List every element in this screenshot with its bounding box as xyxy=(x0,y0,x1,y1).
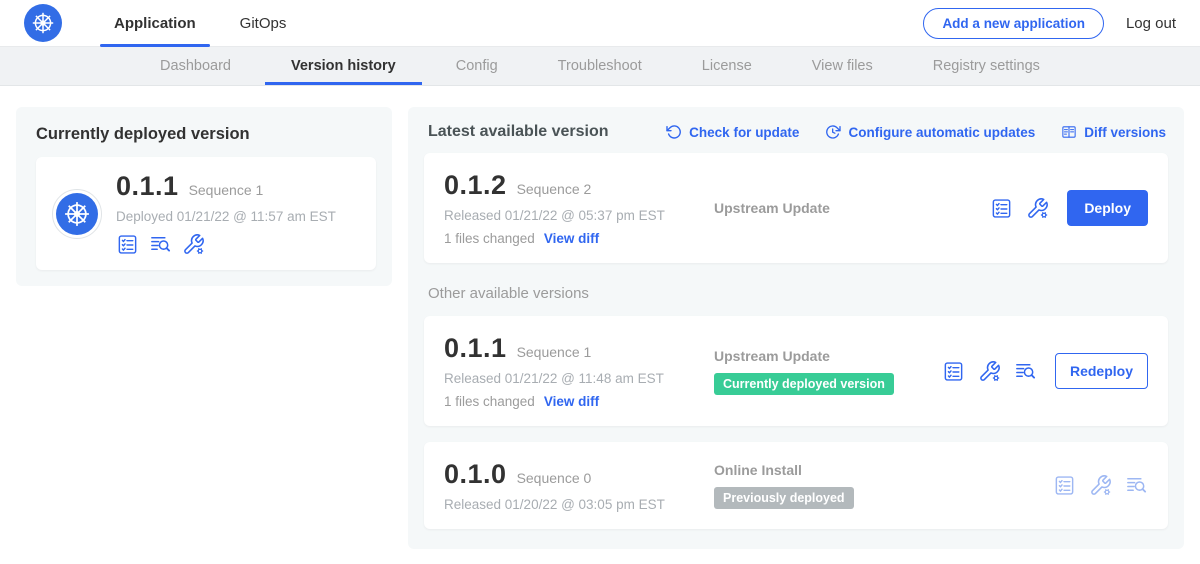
edit-config-wrench-icon[interactable] xyxy=(978,360,1001,383)
logout-link[interactable]: Log out xyxy=(1126,15,1176,32)
previously-deployed-badge: Previously deployed xyxy=(714,487,854,509)
files-changed-label: 1 files changed xyxy=(444,231,535,246)
preflight-checklist-icon[interactable] xyxy=(116,233,139,256)
preflight-checklist-icon[interactable] xyxy=(942,360,965,383)
app-logo-icon xyxy=(52,189,102,239)
sequence-label: Sequence 1 xyxy=(517,344,592,360)
deploy-button[interactable]: Deploy xyxy=(1067,190,1148,226)
configure-updates-label: Configure automatic updates xyxy=(848,125,1035,140)
other-available-versions-title: Other available versions xyxy=(428,285,1164,302)
version-number: 0.1.1 xyxy=(444,333,507,364)
diff-versions-link[interactable]: Diff versions xyxy=(1061,124,1166,140)
tab-gitops[interactable]: GitOps xyxy=(218,0,309,46)
deployed-version-number: 0.1.1 xyxy=(116,171,179,202)
version-source-label: Online Install xyxy=(714,462,1053,478)
configure-automatic-updates-link[interactable]: Configure automatic updates xyxy=(825,124,1035,140)
edit-config-wrench-icon[interactable] xyxy=(1089,474,1112,497)
version-source-label: Upstream Update xyxy=(714,200,990,216)
deployed-sequence-label: Sequence 1 xyxy=(189,182,264,198)
deployed-version-card: 0.1.1 Sequence 1 Deployed 01/21/22 @ 11:… xyxy=(36,157,376,270)
sequence-label: Sequence 2 xyxy=(517,181,592,197)
add-application-button[interactable]: Add a new application xyxy=(923,8,1104,39)
view-logs-icon[interactable] xyxy=(149,233,172,256)
top-nav-tabs: Application GitOps xyxy=(92,0,308,46)
deployed-panel-title: Currently deployed version xyxy=(36,125,376,144)
check-for-update-link[interactable]: Check for update xyxy=(666,124,799,140)
released-date: Released 01/20/22 @ 03:05 pm EST xyxy=(444,497,702,512)
kubernetes-logo-icon xyxy=(24,4,62,42)
version-source-label: Upstream Update xyxy=(714,348,942,364)
version-card-0-1-2: 0.1.2 Sequence 2 Released 01/21/22 @ 05:… xyxy=(424,153,1168,263)
redeploy-button[interactable]: Redeploy xyxy=(1055,353,1148,389)
preflight-checklist-icon[interactable] xyxy=(1053,474,1076,497)
view-diff-link[interactable]: View diff xyxy=(544,231,599,246)
currently-deployed-panel: Currently deployed version 0.1.1 Sequenc… xyxy=(16,107,392,286)
subnav-license[interactable]: License xyxy=(672,47,782,85)
edit-config-wrench-icon[interactable] xyxy=(182,233,205,256)
files-changed-label: 1 files changed xyxy=(444,394,535,409)
preflight-checklist-icon[interactable] xyxy=(990,197,1013,220)
version-card-0-1-0: 0.1.0 Sequence 0 Released 01/20/22 @ 03:… xyxy=(424,442,1168,529)
refresh-icon xyxy=(666,124,682,140)
deployed-date: Deployed 01/21/22 @ 11:57 am EST xyxy=(116,209,336,224)
subnav-dashboard[interactable]: Dashboard xyxy=(130,47,261,85)
released-date: Released 01/21/22 @ 11:48 am EST xyxy=(444,371,702,386)
subnav-troubleshoot[interactable]: Troubleshoot xyxy=(528,47,672,85)
version-number: 0.1.2 xyxy=(444,170,507,201)
released-date: Released 01/21/22 @ 05:37 pm EST xyxy=(444,208,702,223)
subnav-config[interactable]: Config xyxy=(426,47,528,85)
view-logs-icon[interactable] xyxy=(1014,360,1037,383)
currently-deployed-badge: Currently deployed version xyxy=(714,373,894,395)
version-card-0-1-1: 0.1.1 Sequence 1 Released 01/21/22 @ 11:… xyxy=(424,316,1168,426)
app-sub-nav: Dashboard Version history Config Trouble… xyxy=(0,47,1200,86)
view-diff-link[interactable]: View diff xyxy=(544,394,599,409)
latest-available-title: Latest available version xyxy=(428,123,609,141)
edit-config-wrench-icon[interactable] xyxy=(1026,197,1049,220)
subnav-version-history[interactable]: Version history xyxy=(261,47,426,85)
subnav-registry-settings[interactable]: Registry settings xyxy=(903,47,1070,85)
sequence-label: Sequence 0 xyxy=(517,470,592,486)
version-number: 0.1.0 xyxy=(444,459,507,490)
available-versions-panel: Latest available version Check for updat… xyxy=(408,107,1184,549)
check-for-update-label: Check for update xyxy=(689,125,799,140)
view-logs-icon[interactable] xyxy=(1125,474,1148,497)
top-nav: Application GitOps Add a new application… xyxy=(0,0,1200,47)
tab-application[interactable]: Application xyxy=(92,0,218,46)
subnav-view-files[interactable]: View files xyxy=(782,47,903,85)
diff-versions-label: Diff versions xyxy=(1084,125,1166,140)
schedule-icon xyxy=(825,124,841,140)
diff-icon xyxy=(1061,124,1077,140)
